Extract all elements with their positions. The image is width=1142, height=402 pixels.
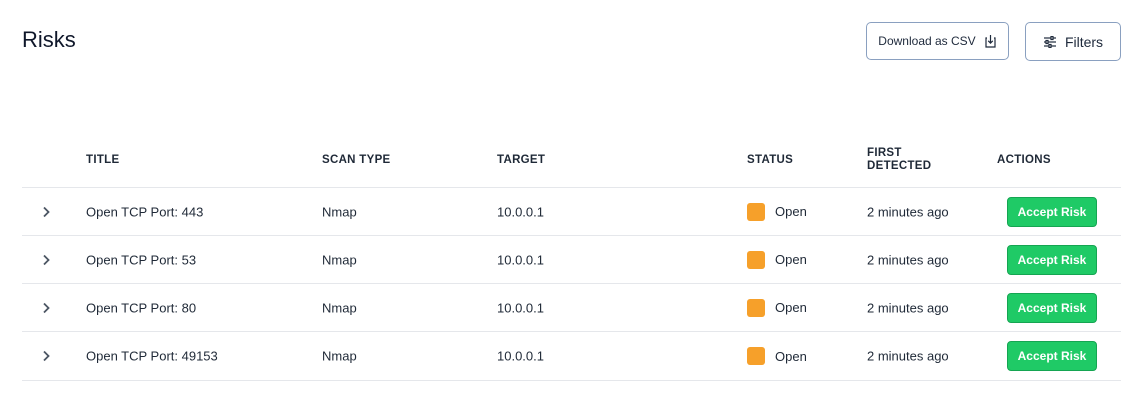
target: 10.0.0.1 bbox=[497, 300, 544, 315]
download-csv-button[interactable]: Download as CSV bbox=[866, 22, 1009, 60]
scan-type: Nmap bbox=[322, 300, 357, 315]
chevron-right-icon[interactable] bbox=[40, 254, 52, 266]
status-indicator bbox=[747, 250, 765, 269]
scan-type: Nmap bbox=[322, 348, 357, 364]
risk-title: Open TCP Port: 49153 bbox=[86, 348, 218, 364]
status-badge: Open bbox=[747, 298, 807, 317]
table-row[interactable]: Open TCP Port: 80 Nmap 10.0.0.1 Open 2 m… bbox=[22, 284, 1121, 332]
column-header-target: TARGET bbox=[497, 154, 546, 166]
status-badge: Open bbox=[747, 347, 807, 365]
first-detected: 2 minutes ago bbox=[867, 252, 949, 267]
scan-type: Nmap bbox=[322, 252, 357, 267]
chevron-right-icon[interactable] bbox=[40, 350, 52, 362]
download-icon bbox=[984, 34, 997, 48]
table-row[interactable]: Open TCP Port: 443 Nmap 10.0.0.1 Open 2 … bbox=[22, 188, 1121, 236]
status-label: Open bbox=[775, 204, 807, 219]
scan-type: Nmap bbox=[322, 204, 357, 219]
table-row[interactable]: Open TCP Port: 49153 Nmap 10.0.0.1 Open … bbox=[22, 332, 1121, 381]
chevron-right-icon[interactable] bbox=[40, 302, 52, 314]
column-header-first-detected: FIRST DETECTED bbox=[867, 147, 931, 173]
risk-title: Open TCP Port: 443 bbox=[86, 204, 204, 219]
accept-risk-button[interactable]: Accept Risk bbox=[1007, 292, 1097, 323]
risk-title: Open TCP Port: 80 bbox=[86, 300, 197, 315]
column-header-scan-type: SCAN TYPE bbox=[322, 154, 391, 166]
table-header: TITLE SCAN TYPE TARGET STATUS FIRST DETE… bbox=[22, 139, 1121, 188]
accept-risk-button[interactable]: Accept Risk bbox=[1007, 196, 1097, 227]
sliders-icon bbox=[1043, 35, 1057, 48]
status-badge: Open bbox=[747, 250, 807, 269]
filters-button[interactable]: Filters bbox=[1025, 22, 1121, 61]
chevron-right-icon[interactable] bbox=[40, 206, 52, 218]
status-indicator bbox=[747, 298, 765, 317]
target: 10.0.0.1 bbox=[497, 252, 544, 267]
status-badge: Open bbox=[747, 202, 807, 221]
status-label: Open bbox=[775, 252, 807, 267]
column-header-first-detected-line2: DETECTED bbox=[867, 160, 932, 172]
target: 10.0.0.1 bbox=[497, 348, 544, 364]
page-title: Risks bbox=[22, 27, 76, 52]
status-label: Open bbox=[775, 300, 807, 315]
table-row[interactable]: Open TCP Port: 53 Nmap 10.0.0.1 Open 2 m… bbox=[22, 236, 1121, 284]
accept-risk-button[interactable]: Accept Risk bbox=[1007, 244, 1097, 275]
filters-label: Filters bbox=[1064, 33, 1104, 50]
column-header-first-detected-line1: FIRST bbox=[867, 147, 902, 159]
first-detected: 2 minutes ago bbox=[867, 204, 949, 219]
column-header-status: STATUS bbox=[747, 154, 794, 166]
status-label: Open bbox=[775, 348, 807, 364]
status-indicator bbox=[747, 347, 765, 365]
column-header-title: TITLE bbox=[86, 154, 120, 166]
risk-title: Open TCP Port: 53 bbox=[86, 252, 197, 267]
column-header-actions: ACTIONS bbox=[997, 154, 1051, 166]
first-detected: 2 minutes ago bbox=[867, 348, 949, 364]
download-csv-label: Download as CSV bbox=[878, 34, 976, 48]
risks-table: TITLE SCAN TYPE TARGET STATUS FIRST DETE… bbox=[22, 139, 1121, 381]
target: 10.0.0.1 bbox=[497, 204, 544, 219]
first-detected: 2 minutes ago bbox=[867, 300, 949, 315]
status-indicator bbox=[747, 202, 765, 221]
accept-risk-button[interactable]: Accept Risk bbox=[1007, 341, 1097, 371]
